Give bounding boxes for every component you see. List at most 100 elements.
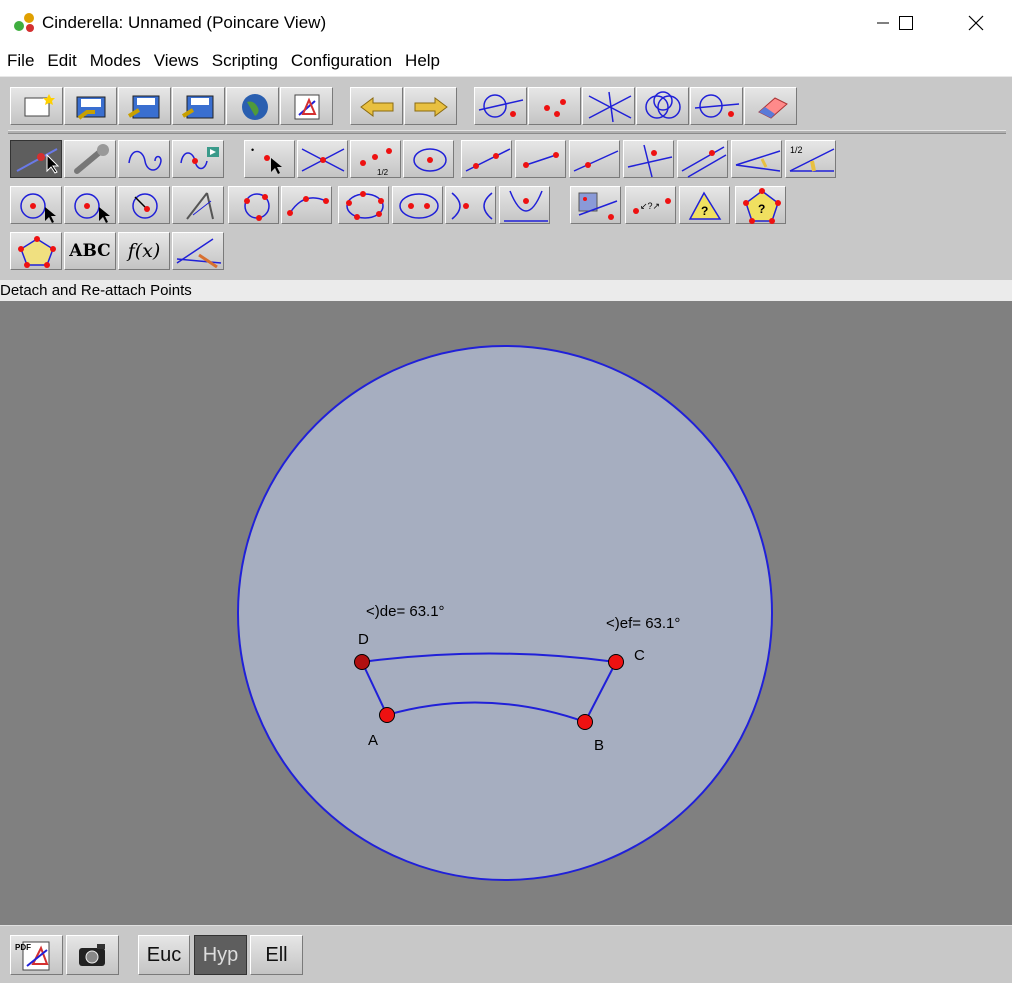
drawing-canvas[interactable]: D C A B <)de= 63.1° <)ef= 63.1° [0,301,1012,925]
undo-arrow-icon [360,97,394,117]
close-button[interactable] [953,0,999,46]
globe-icon [242,94,268,120]
intersection-button[interactable] [297,140,348,178]
poincare-view[interactable]: D C A B <)de= 63.1° <)ef= 63.1° [0,301,1012,925]
undo-button[interactable] [350,87,403,125]
transform-icon [578,192,618,220]
text-tool-button[interactable]: ABC [64,232,116,270]
half-angle-button[interactable]: 1/2 [785,140,836,178]
angle-tool-icon [176,238,222,269]
menu-file[interactable]: File [0,51,40,71]
select-all-button[interactable] [582,87,635,125]
cinderella-app-icon [14,13,34,32]
midpoint-icon: 1/2 [360,148,392,177]
svg-text:↙?↗: ↙?↗ [640,201,660,211]
select-all-icon [588,91,632,123]
hyperbola-button[interactable] [445,186,496,224]
save-file-icon [127,95,160,119]
segment-button[interactable] [515,140,566,178]
print-button[interactable] [280,87,333,125]
add-point-icon: • [251,145,282,174]
polygon-button[interactable] [10,232,62,270]
point-a[interactable] [379,707,395,723]
toolbar-area: • 1/2 1/2 ↙?↗ ? ? ABC f(x) [0,76,1012,281]
triangle-info-button[interactable]: ? [679,186,730,224]
select-circles-button[interactable] [636,87,689,125]
web-export-button[interactable] [226,87,279,125]
angle-label-ef: <)ef= 63.1° [606,615,680,632]
status-bar: Detach and Re-attach Points [0,280,1012,301]
redo-button[interactable] [404,87,457,125]
hyperbola-icon [451,192,493,220]
eraser-icon [758,97,788,119]
half-angle-icon: 1/2 [789,145,835,172]
title-bar: Cinderella: Unnamed (Poincare View) [0,0,1012,46]
transform-button[interactable] [570,186,621,224]
new-document-button[interactable] [10,87,63,125]
line-through-points-button[interactable] [461,140,512,178]
euclidean-button[interactable]: Euc [138,935,190,975]
perpendicular-button[interactable] [623,140,674,178]
open-file-button[interactable] [64,87,117,125]
bottom-toolbar: PDF Euc Hyp Ell [0,925,1012,983]
midpoint-button[interactable]: 1/2 [350,140,401,178]
camera-button[interactable] [66,935,119,975]
select-line-icon [478,94,524,118]
polygon-icon [18,236,56,268]
circle-by-point-button[interactable] [64,186,116,224]
point-b[interactable] [577,714,593,730]
pdf-export-button[interactable]: PDF [10,935,63,975]
properties-button[interactable] [64,140,116,178]
ellipse-button[interactable] [392,186,443,224]
parallel-icon [681,146,727,178]
save-as-button[interactable] [172,87,225,125]
angle-tool-button[interactable] [172,232,224,270]
select-lines-button[interactable] [474,87,527,125]
open-file-icon [76,96,106,120]
circle-by-radius-button[interactable] [10,186,62,224]
select-mixed-button[interactable] [690,87,743,125]
hyperbolic-button[interactable]: Hyp [194,935,247,975]
menu-views[interactable]: Views [147,51,205,71]
circle-radius-icon [20,193,56,223]
menu-modes[interactable]: Modes [83,51,147,71]
point-d[interactable] [354,654,370,670]
menu-configuration[interactable]: Configuration [284,51,398,71]
svg-text:?: ? [701,204,708,218]
menu-help[interactable]: Help [398,51,446,71]
curve-mode-button[interactable] [118,140,170,178]
intersection-icon [301,148,345,172]
parabola-button[interactable] [499,186,550,224]
menu-scripting[interactable]: Scripting [205,51,284,71]
compass-circle-button[interactable] [118,186,170,224]
point-c[interactable] [608,654,624,670]
save-file-button[interactable] [118,87,171,125]
point-label-b: B [594,737,604,754]
add-point-button[interactable]: • [244,140,295,178]
maximize-button[interactable] [883,0,929,46]
parallel-button[interactable] [677,140,728,178]
function-tool-button[interactable]: f(x) [118,232,170,270]
compass-button[interactable] [172,186,224,224]
move-mode-button[interactable] [10,140,62,178]
polygon-info-button[interactable]: ? [735,186,786,224]
elliptic-button[interactable]: Ell [250,935,303,975]
distance-measure-button[interactable]: ↙?↗ [625,186,676,224]
eraser-button[interactable] [744,87,797,125]
angle-bisector-button[interactable] [731,140,782,178]
menu-bar: File Edit Modes Views Scripting Configur… [0,46,1012,76]
center-point-button[interactable] [403,140,454,178]
conic-icon [346,191,384,220]
toolbar-separator [8,130,1006,134]
animation-mode-button[interactable] [172,140,224,178]
svg-text:?: ? [758,202,765,216]
select-points-button[interactable] [528,87,581,125]
line-button[interactable] [569,140,620,178]
arc-button[interactable] [281,186,332,224]
compass-circle-icon [132,193,158,219]
circle-three-points-button[interactable] [228,186,279,224]
conic-five-points-button[interactable] [338,186,389,224]
save-as-icon [181,95,214,119]
camera-icon [79,944,105,966]
menu-edit[interactable]: Edit [40,51,82,71]
